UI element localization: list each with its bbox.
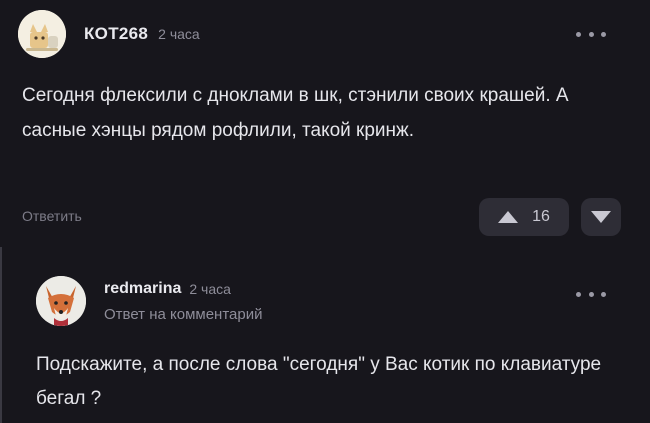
comment-header: КОТ268 2 часа [18, 10, 200, 58]
reply-meta: redmarina 2 часа Ответ на комментарий [104, 276, 262, 323]
comment-author[interactable]: КОТ268 [84, 24, 148, 44]
dot-icon [576, 31, 581, 37]
dot-icon [588, 31, 594, 37]
downvote-button[interactable] [581, 198, 621, 236]
reply-button[interactable]: Ответить [22, 208, 82, 224]
comment-thread: КОТ268 2 часа Сегодня флексили с дноклам… [0, 0, 650, 423]
comment-body: Сегодня флексили с дноклами в шк, стэнил… [22, 85, 569, 141]
reply-subtitle[interactable]: Ответ на комментарий [104, 306, 262, 323]
dot-icon [588, 291, 594, 297]
fox-avatar-icon[interactable] [36, 276, 86, 326]
reply-author[interactable]: redmarina [104, 280, 181, 298]
upvote-button[interactable]: 16 [479, 198, 569, 236]
vote-count: 16 [532, 208, 550, 225]
dot-icon [601, 31, 606, 37]
arrow-up-icon [498, 211, 519, 223]
cat-avatar-icon[interactable] [18, 10, 66, 58]
dot-icon [576, 291, 581, 297]
reply-more-button[interactable] [576, 288, 606, 300]
comment-time: 2 часа [158, 26, 200, 42]
reply-body: Подскажите, а после слова "сегодня" у Ва… [36, 354, 602, 409]
dot-icon [601, 291, 606, 297]
reply-time: 2 часа [189, 281, 231, 297]
reply-meta-top: redmarina 2 часа [104, 280, 262, 298]
reply-header: redmarina 2 часа Ответ на комментарий [36, 276, 262, 326]
thread-line [0, 247, 2, 423]
arrow-down-icon [591, 211, 611, 223]
comment-more-button[interactable] [576, 28, 606, 40]
